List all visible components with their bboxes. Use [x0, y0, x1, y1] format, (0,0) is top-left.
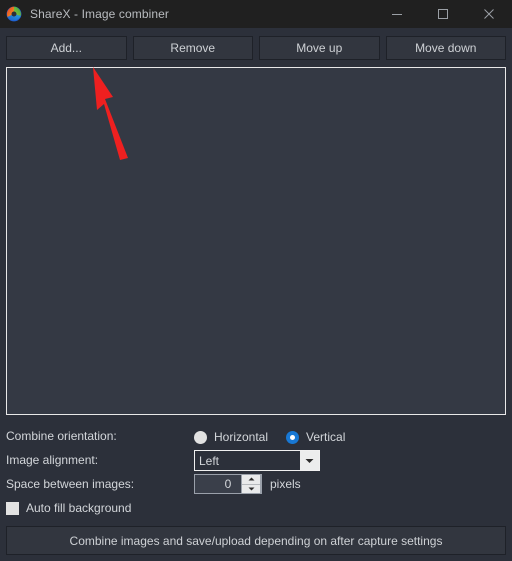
chevron-down-icon[interactable] [300, 451, 319, 470]
image-alignment-select[interactable]: Left [194, 450, 320, 471]
add-button[interactable]: Add... [6, 36, 127, 60]
space-between-images-label: Space between images: [6, 477, 135, 491]
radio-horizontal-label: Horizontal [214, 430, 269, 444]
space-between-images-value: 0 [224, 477, 232, 491]
radio-horizontal-indicator-icon [194, 430, 207, 444]
move-up-button[interactable]: Move up [259, 36, 380, 60]
toolbar: Add... Remove Move up Move down [6, 36, 506, 60]
radio-vertical-label: Vertical [306, 430, 346, 444]
radio-vertical[interactable]: Vertical [286, 430, 345, 444]
sharex-image-combiner-window: ShareX - Image combiner Add... Remove Mo… [0, 0, 512, 561]
combine-images-button[interactable]: Combine images and save/upload depending… [6, 526, 506, 555]
image-list[interactable] [6, 67, 506, 415]
maximize-icon [438, 9, 448, 19]
sharex-logo-icon [6, 6, 22, 22]
auto-fill-background-checkbox[interactable]: Auto fill background [6, 501, 131, 515]
close-button[interactable] [466, 0, 512, 28]
minimize-button[interactable] [374, 0, 420, 28]
space-stepper [241, 474, 261, 494]
window-controls [374, 0, 512, 28]
maximize-button[interactable] [420, 0, 466, 28]
spinner-down-button[interactable] [242, 483, 260, 494]
image-alignment-label: Image alignment: [6, 453, 99, 467]
close-icon [484, 9, 494, 19]
remove-button[interactable]: Remove [132, 36, 253, 60]
radio-vertical-indicator-icon [286, 430, 300, 444]
title-bar: ShareX - Image combiner [0, 0, 512, 28]
combine-orientation-label: Combine orientation: [6, 429, 117, 443]
spinner-down-icon [248, 487, 254, 491]
move-down-button[interactable]: Move down [385, 36, 506, 60]
minimize-icon [392, 14, 402, 15]
combine-orientation-radio-group: Horizontal Vertical [194, 428, 363, 446]
pixels-unit-label: pixels [270, 477, 301, 491]
checkbox-indicator-icon [6, 501, 19, 515]
auto-fill-background-label: Auto fill background [26, 501, 132, 515]
radio-horizontal[interactable]: Horizontal [194, 430, 268, 444]
window-title: ShareX - Image combiner [30, 7, 170, 21]
image-alignment-value: Left [199, 453, 220, 468]
spinner-up-button[interactable] [242, 475, 260, 484]
spinner-up-icon [248, 477, 254, 481]
